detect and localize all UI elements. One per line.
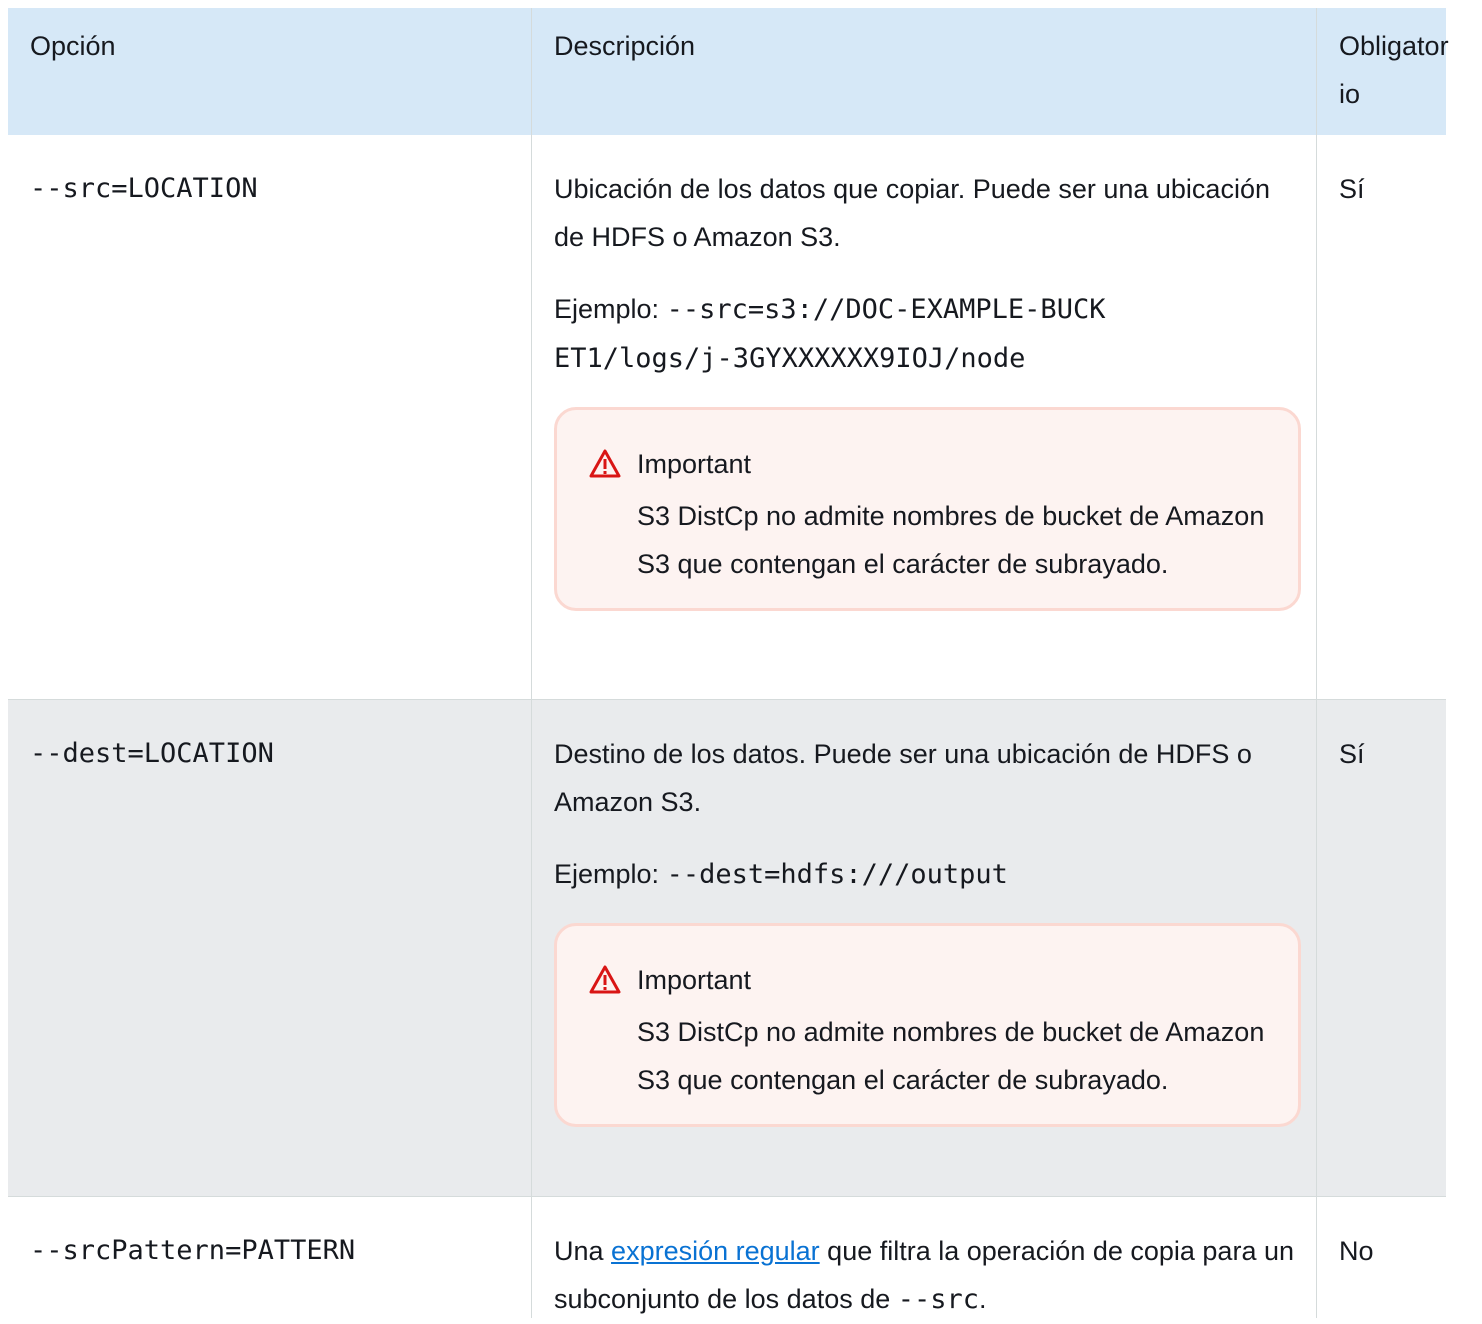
important-alert: Important S3 DistCp no admite nombres de… xyxy=(554,407,1301,611)
inline-code: --src xyxy=(897,1284,980,1315)
option-name: --srcPattern=PATTERN xyxy=(30,1235,356,1266)
alert-text: S3 DistCp no admite nombres de bucket de… xyxy=(637,1017,1265,1095)
alert-text: S3 DistCp no admite nombres de bucket de… xyxy=(637,501,1265,579)
example-label: Ejemplo: xyxy=(554,859,667,889)
warning-triangle-icon xyxy=(589,449,621,478)
example-code: --dest=hdfs:///output xyxy=(666,859,1008,890)
example-label: Ejemplo: xyxy=(554,294,667,324)
option-description-cell: Destino de los datos. Puede ser una ubic… xyxy=(531,700,1316,1196)
option-description: Una expresión regular que filtra la oper… xyxy=(554,1227,1302,1324)
options-table: Opción Descripción Obligator io --src=LO… xyxy=(8,8,1449,1318)
option-example: Ejemplo: --dest=hdfs:///output xyxy=(554,850,1302,899)
option-required: Sí xyxy=(1316,700,1446,1196)
important-alert: Important S3 DistCp no admite nombres de… xyxy=(554,923,1301,1127)
column-header-required: Obligator io xyxy=(1316,8,1449,135)
alert-header: Important xyxy=(587,440,1268,488)
option-name: --src=LOCATION xyxy=(30,173,258,204)
warning-triangle-icon xyxy=(589,965,621,994)
option-required: Sí xyxy=(1316,135,1446,699)
description-text: . xyxy=(979,1284,987,1314)
alert-title: Important xyxy=(637,449,752,479)
regex-link[interactable]: expresión regular xyxy=(611,1236,820,1266)
option-example: Ejemplo: --src=s3://DOC-EXAMPLE-BUCK ET1… xyxy=(554,285,1302,383)
column-header-description: Descripción xyxy=(531,8,1316,135)
table-row: --srcPattern=PATTERN Una expresión regul… xyxy=(8,1197,1446,1318)
column-header-option: Opción xyxy=(30,31,116,61)
option-description-cell: Ubicación de los datos que copiar. Puede… xyxy=(531,135,1316,699)
option-required: No xyxy=(1316,1197,1446,1318)
alert-header: Important xyxy=(587,956,1268,1004)
option-description-cell: Una expresión regular que filtra la oper… xyxy=(531,1197,1316,1318)
description-text: Una xyxy=(554,1236,612,1266)
option-description: Destino de los datos. Puede ser una ubic… xyxy=(554,739,1252,817)
option-description: Ubicación de los datos que copiar. Puede… xyxy=(554,174,1270,252)
option-name: --dest=LOCATION xyxy=(30,738,274,769)
table-row: --src=LOCATION Ubicación de los datos qu… xyxy=(8,135,1446,700)
table-row: --dest=LOCATION Destino de los datos. Pu… xyxy=(8,700,1446,1197)
table-header-row: Opción Descripción Obligator io xyxy=(8,8,1449,135)
alert-title: Important xyxy=(637,965,752,995)
